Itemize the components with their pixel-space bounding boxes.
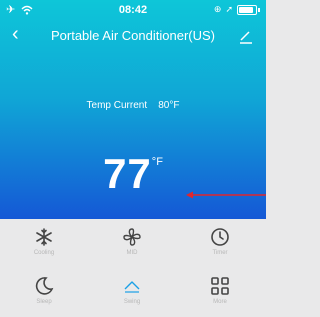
battery-icon (237, 4, 257, 15)
status-bar: ✈ 08:42 ⊕ ➚ (0, 0, 266, 20)
mode-sleep[interactable]: Sleep (0, 268, 88, 317)
clock-icon (211, 228, 229, 246)
swing-icon (124, 281, 140, 293)
edit-icon[interactable] (238, 28, 254, 44)
mode-label: MID (126, 250, 138, 256)
fan-icon (123, 228, 141, 246)
mode-cooling[interactable]: Cooling (0, 219, 88, 268)
mode-more[interactable]: More (176, 268, 264, 317)
temperature-panel: ✈ 08:42 ⊕ ➚ ‹ Portable Air Conditioner(U… (0, 0, 266, 219)
mode-fan-speed[interactable]: MID (88, 219, 176, 268)
snowflake-icon (36, 228, 52, 246)
ac-control-screen: ✈ 08:42 ⊕ ➚ ‹ Portable Air Conditioner(U… (0, 0, 266, 317)
battery-tip (258, 7, 260, 12)
page-title: Portable Air Conditioner(US) (50, 28, 216, 43)
mode-label: More (213, 299, 227, 305)
grid-icon (211, 277, 229, 295)
lock-rotation-icon: ⊕ (213, 4, 222, 14)
mode-label: Sleep (36, 299, 52, 305)
mode-label: Swing (123, 299, 141, 305)
nav-bar: ‹ Portable Air Conditioner(US) (0, 22, 266, 48)
mode-label: Cooling (33, 250, 55, 256)
location-icon: ➚ (225, 4, 233, 14)
current-temp-label: Temp Current (86, 100, 148, 111)
moon-icon (35, 277, 54, 295)
set-temp-unit: °F (151, 156, 163, 168)
mode-swing[interactable]: Swing (88, 268, 176, 317)
status-right: ⊕ ➚ (214, 4, 260, 15)
pointer-arrow-icon (186, 191, 266, 199)
set-temp-value: 77 (103, 150, 152, 197)
current-temp-value: 80°F (158, 100, 180, 111)
mode-timer[interactable]: Timer (176, 219, 264, 268)
current-temperature: Temp Current 80°F (0, 100, 266, 111)
mode-label: Timer (212, 250, 228, 256)
mode-grid: Cooling MID Timer Sleep Swing More (0, 219, 266, 317)
